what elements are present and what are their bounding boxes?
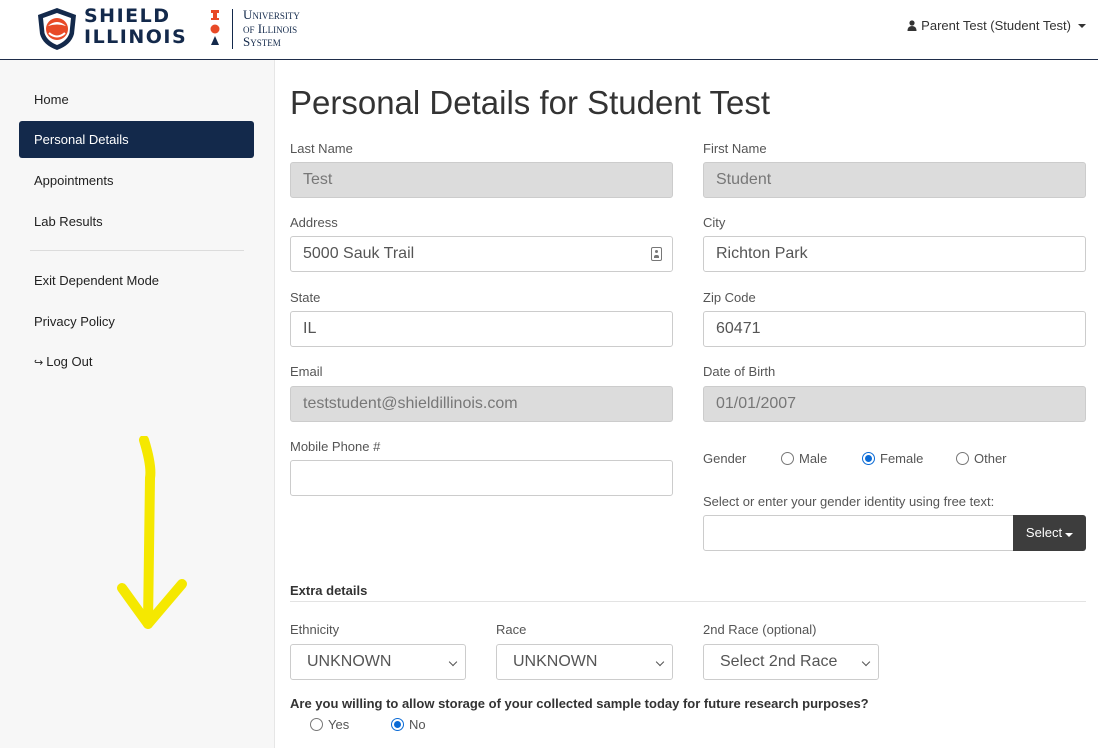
shield-logo-icon[interactable] [34, 6, 80, 52]
section-divider [290, 601, 1086, 602]
gender-male-radio[interactable] [781, 452, 794, 465]
last-name-field[interactable]: Test [290, 162, 673, 198]
address-field[interactable]: 5000 Sauk Trail [290, 236, 673, 272]
chevron-down-icon [655, 657, 665, 667]
scroll-down-arrow-icon [117, 436, 187, 629]
user-menu-dropdown[interactable]: Parent Test (Student Test) [907, 18, 1086, 33]
sidebar-item-personal-details[interactable]: Personal Details [19, 121, 254, 158]
research-option-yes[interactable]: Yes [310, 717, 349, 732]
university-wordmark: University of Illinois System [243, 8, 300, 49]
shield-illinois-wordmark: SHIELD ILLINOIS [84, 6, 187, 48]
sidebar-item-lab-results[interactable]: Lab Results [19, 203, 254, 240]
race-label: Race [496, 622, 527, 637]
gender-female-label: Female [880, 451, 924, 466]
uofi-line3: System [243, 34, 281, 49]
sidebar-divider [30, 250, 244, 251]
address-label: Address [290, 215, 338, 230]
gender-other-label: Other [974, 451, 1007, 466]
gender-option-female[interactable]: Female [862, 451, 923, 466]
email-label: Email [290, 364, 323, 379]
first-name-field[interactable]: Student [703, 162, 1086, 198]
zip-code-label: Zip Code [703, 290, 756, 305]
mobile-phone-label: Mobile Phone # [290, 439, 381, 454]
city-field[interactable]: Richton Park [703, 236, 1086, 272]
address-value: 5000 Sauk Trail [303, 245, 415, 262]
race-value: UNKNOWN [513, 653, 598, 670]
uofi-line1: University [243, 7, 300, 22]
research-no-radio[interactable] [391, 718, 404, 731]
sidebar-item-log-out[interactable]: ↪ Log Out [19, 343, 254, 380]
research-consent-question: Are you willing to allow storage of your… [290, 696, 869, 711]
sidebar-item-label: Personal Details [34, 132, 129, 147]
wordmark-line1: SHIELD [84, 5, 171, 27]
date-of-birth-field[interactable]: 01/01/2007 [703, 386, 1086, 422]
mobile-phone-field[interactable] [290, 460, 673, 496]
gender-label: Gender [703, 451, 747, 466]
gender-other-radio[interactable] [956, 452, 969, 465]
chevron-down-icon [448, 657, 458, 667]
research-no-label: No [409, 717, 426, 732]
first-name-label: First Name [703, 141, 767, 156]
state-label: State [290, 290, 321, 305]
gender-identity-input[interactable] [703, 515, 1014, 551]
gender-option-other[interactable]: Other [956, 451, 1007, 466]
second-race-value: Select 2nd Race [720, 653, 838, 670]
contact-card-icon[interactable] [651, 247, 662, 261]
sidebar-item-label: Exit Dependent Mode [34, 273, 160, 288]
last-name-label: Last Name [290, 141, 353, 156]
gender-identity-select-button[interactable]: Select [1013, 515, 1086, 551]
date-of-birth-label: Date of Birth [703, 364, 776, 379]
sidebar-item-home[interactable]: Home [19, 81, 254, 118]
chevron-down-icon [1078, 23, 1086, 28]
city-label: City [703, 215, 726, 230]
ethnicity-select[interactable]: UNKNOWN [290, 644, 466, 680]
chevron-down-icon [861, 657, 871, 667]
logo-divider [232, 9, 233, 49]
research-yes-radio[interactable] [310, 718, 323, 731]
user-icon [907, 20, 917, 31]
gender-option-male[interactable]: Male [781, 451, 827, 466]
page-title: Personal Details for Student Test [290, 84, 770, 121]
uofi-line2: of Illinois [243, 20, 298, 36]
sidebar-item-label: Privacy Policy [34, 314, 115, 329]
sidebar-item-label: Appointments [34, 173, 114, 188]
research-option-no[interactable]: No [391, 717, 426, 732]
logout-icon: ↪ [34, 357, 44, 369]
research-yes-label: Yes [328, 717, 350, 732]
race-select[interactable]: UNKNOWN [496, 644, 673, 680]
sidebar-item-exit-dependent-mode[interactable]: Exit Dependent Mode [19, 262, 254, 299]
gender-female-radio[interactable] [862, 452, 875, 465]
gender-identity-label: Select or enter your gender identity usi… [703, 494, 995, 509]
second-race-label: 2nd Race (optional) [703, 622, 817, 637]
sidebar: Home Personal Details Appointments Lab R… [0, 60, 275, 748]
extra-details-heading: Extra details [290, 583, 368, 598]
sidebar-item-label: Home [34, 92, 69, 107]
sidebar-item-label: Log Out [46, 354, 93, 369]
second-race-select[interactable]: Select 2nd Race [703, 644, 879, 680]
university-mark-icon [210, 10, 220, 45]
ethnicity-value: UNKNOWN [307, 653, 392, 670]
user-menu-label: Parent Test (Student Test) [921, 18, 1071, 33]
select-button-label: Select [1025, 525, 1063, 540]
sidebar-item-label: Lab Results [34, 214, 103, 229]
state-field[interactable]: IL [290, 311, 673, 347]
gender-male-label: Male [799, 451, 828, 466]
zip-code-field[interactable]: 60471 [703, 311, 1086, 347]
sidebar-item-appointments[interactable]: Appointments [19, 162, 254, 199]
ethnicity-label: Ethnicity [290, 622, 340, 637]
sidebar-item-privacy-policy[interactable]: Privacy Policy [19, 303, 254, 340]
top-header: SHIELD ILLINOIS University of Illinois S… [0, 0, 1098, 60]
wordmark-line2: ILLINOIS [84, 26, 188, 48]
caret-down-icon [1065, 533, 1074, 537]
email-field[interactable]: teststudent@shieldillinois.com [290, 386, 673, 422]
